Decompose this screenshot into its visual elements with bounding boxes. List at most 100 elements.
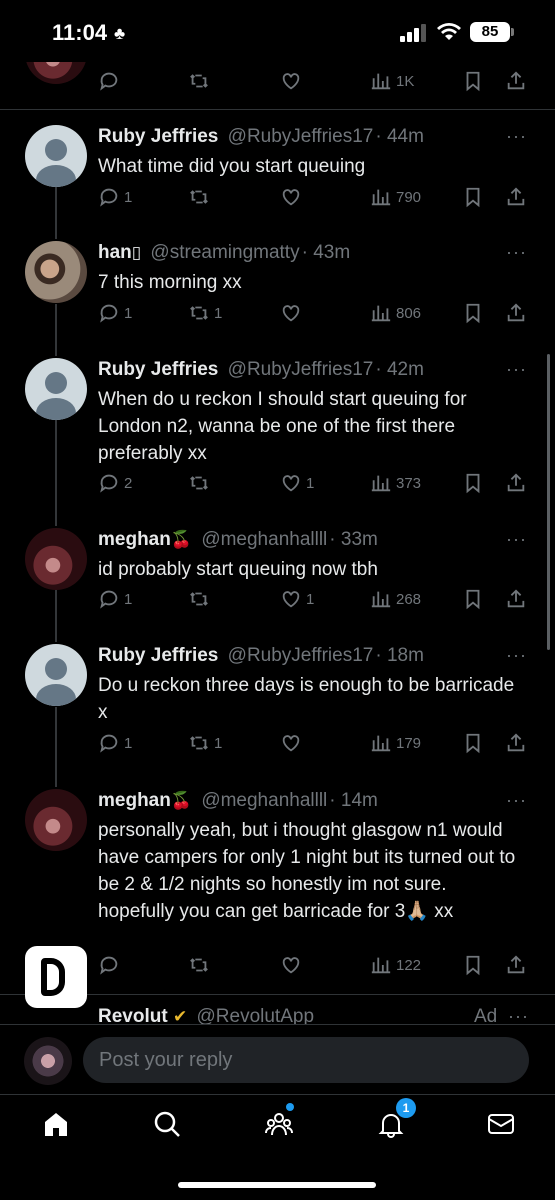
more-options-icon[interactable]: ··· <box>506 790 527 811</box>
like-button[interactable] <box>280 182 306 212</box>
bookmark-button[interactable] <box>462 728 484 758</box>
retweet-button[interactable]: 1 <box>188 728 222 758</box>
share-button[interactable] <box>505 182 527 212</box>
reply-input[interactable]: Post your reply <box>83 1037 529 1083</box>
bookmark-button[interactable] <box>462 468 484 498</box>
more-options-icon[interactable]: ··· <box>506 359 527 380</box>
like-button[interactable]: 1 <box>280 468 314 498</box>
views-button[interactable]: 1K <box>370 66 414 96</box>
author-handle[interactable]: @RubyJeffries17 <box>228 645 374 666</box>
reply-button[interactable]: 1 <box>98 728 132 758</box>
retweet-button[interactable] <box>188 182 214 212</box>
like-button[interactable] <box>280 728 306 758</box>
retweet-icon <box>190 306 208 320</box>
tweet-header: Ruby Jeffries @RubyJeffries17 · 18m <box>98 645 424 667</box>
author-name[interactable]: meghan <box>98 529 171 550</box>
tweet-text: id probably start queuing now tbh <box>98 559 378 580</box>
bookmark-button[interactable] <box>462 950 484 980</box>
avatar[interactable] <box>25 125 87 187</box>
author-name[interactable]: Ruby Jeffries <box>98 359 218 380</box>
revolut-logo[interactable] <box>25 946 87 1008</box>
my-avatar[interactable] <box>24 1037 72 1085</box>
share-button[interactable] <box>505 584 527 614</box>
retweet-button[interactable] <box>188 584 214 614</box>
share-button[interactable] <box>505 66 527 96</box>
more-options-icon[interactable]: ··· <box>506 529 527 550</box>
author-handle[interactable]: @streamingmatty <box>150 242 299 263</box>
views-button[interactable]: 790 <box>370 182 421 212</box>
search-icon <box>154 1111 180 1137</box>
retweet-button[interactable] <box>188 66 210 96</box>
more-options-icon[interactable]: ··· <box>506 126 527 147</box>
nav-communities[interactable] <box>264 1109 294 1139</box>
share-button[interactable] <box>505 298 527 328</box>
like-button[interactable] <box>280 298 306 328</box>
retweet-button[interactable]: 1 <box>188 298 222 328</box>
game-center-icon: ♣ <box>114 24 126 43</box>
reply-button[interactable]: 1 <box>98 298 132 328</box>
author-handle[interactable]: @RubyJeffries17 <box>228 126 374 147</box>
avatar[interactable] <box>25 358 87 420</box>
retweet-button[interactable] <box>188 950 214 980</box>
more-options-icon[interactable]: ··· <box>508 1006 529 1024</box>
ad-handle[interactable]: @RevolutApp <box>197 1006 315 1024</box>
more-options-icon[interactable]: ··· <box>506 645 527 666</box>
tweet-header: meghan🍒 @meghanhallll · 14m <box>98 790 378 812</box>
nav-messages[interactable] <box>486 1109 516 1139</box>
avatar[interactable] <box>25 241 87 303</box>
views-button[interactable]: 179 <box>370 728 421 758</box>
bookmark-button[interactable] <box>462 298 484 328</box>
tweet-time: · 42m <box>375 359 424 380</box>
avatar[interactable] <box>25 789 87 851</box>
reply-thread-feed[interactable]: 1K Ruby Jeffries @RubyJeffries17 · 44m ··… <box>0 62 555 1024</box>
analytics-icon <box>371 305 391 322</box>
mail-icon <box>488 1114 514 1134</box>
like-count: 1 <box>306 590 315 608</box>
share-icon <box>507 733 525 752</box>
views-button[interactable]: 268 <box>370 584 421 614</box>
author-handle[interactable]: @meghanhallll <box>201 790 327 811</box>
retweet-button[interactable] <box>188 468 214 498</box>
heart-icon <box>282 73 300 90</box>
more-options-icon[interactable]: ··· <box>506 242 527 263</box>
bookmark-icon <box>466 187 480 208</box>
reply-button[interactable]: 1 <box>98 182 132 212</box>
author-name[interactable]: meghan <box>98 790 171 811</box>
bookmark-button[interactable] <box>462 584 484 614</box>
views-button[interactable]: 806 <box>370 298 421 328</box>
reply-button[interactable]: 2 <box>98 468 132 498</box>
bookmark-button[interactable] <box>462 66 484 96</box>
author-name[interactable]: Ruby Jeffries <box>98 645 218 666</box>
like-button[interactable]: 1 <box>280 584 314 614</box>
author-name[interactable]: Ruby Jeffries <box>98 126 218 147</box>
like-button[interactable] <box>280 66 302 96</box>
author-handle[interactable]: @RubyJeffries17 <box>228 359 374 380</box>
nav-home[interactable] <box>41 1109 71 1139</box>
reply-button[interactable] <box>98 66 120 96</box>
bookmark-button[interactable] <box>462 182 484 212</box>
views-button[interactable]: 373 <box>370 468 421 498</box>
share-button[interactable] <box>505 728 527 758</box>
tweet-text: What time did you start queuing <box>98 156 366 177</box>
views-count: 179 <box>396 734 422 752</box>
reply-button[interactable] <box>98 950 124 980</box>
avatar[interactable] <box>25 644 87 706</box>
views-count: 1K <box>396 72 415 90</box>
reply-icon <box>100 474 118 493</box>
reply-count: 1 <box>124 590 133 608</box>
nav-search[interactable] <box>152 1109 182 1139</box>
tweet-text: personally yeah, but i thought glasgow n… <box>98 820 516 922</box>
share-button[interactable] <box>505 468 527 498</box>
scrollbar[interactable] <box>547 354 550 650</box>
like-button[interactable] <box>280 950 306 980</box>
reply-button[interactable]: 1 <box>98 584 132 614</box>
views-button[interactable]: 122 <box>370 950 421 980</box>
ad-name[interactable]: Revolut <box>98 1006 168 1024</box>
author-handle[interactable]: @meghanhallll <box>201 529 327 550</box>
bookmark-icon <box>466 955 480 976</box>
status-bar: 11:04 ♣ 85 <box>0 0 555 62</box>
retweet-count: 1 <box>214 734 223 752</box>
avatar[interactable] <box>25 528 87 590</box>
share-button[interactable] <box>505 950 527 980</box>
author-name[interactable]: han <box>98 242 132 263</box>
